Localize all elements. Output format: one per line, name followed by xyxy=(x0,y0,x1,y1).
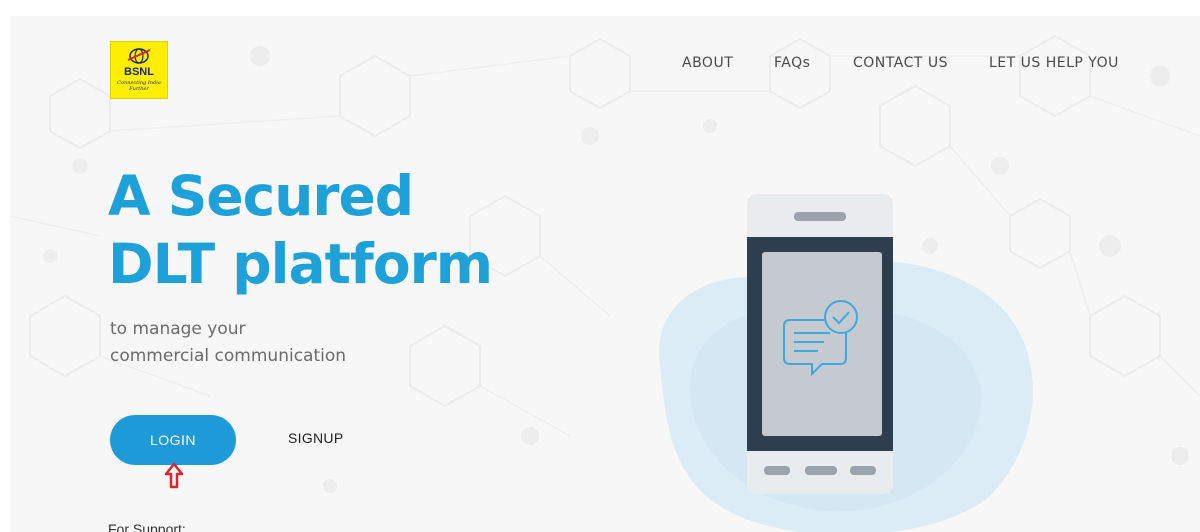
nav-let-us-help-you-link[interactable]: LET US HELP YOU xyxy=(989,55,1119,71)
support-label: For Support: xyxy=(108,521,186,532)
phone-illustration xyxy=(659,194,1033,532)
logo-tagline: Connecting India Further xyxy=(117,80,161,92)
arrow-up-icon xyxy=(164,462,184,489)
landing-page: BSNL Connecting India Further ABOUT FAQs… xyxy=(10,16,1200,532)
hero-subtitle: to manage your commercial communication xyxy=(110,316,346,370)
hero-subtitle-line-1: to manage your xyxy=(110,319,246,339)
nav-about-link[interactable]: ABOUT xyxy=(682,55,733,71)
logo-text: BSNL xyxy=(124,66,154,78)
nav-faqs-link[interactable]: FAQs xyxy=(774,55,810,71)
bsnl-logo-mark xyxy=(127,48,151,64)
signup-link[interactable]: SIGNUP xyxy=(288,430,343,446)
hero-subtitle-line-2: commercial communication xyxy=(110,346,347,366)
hero-title-line-2: DLT platform xyxy=(108,232,493,296)
hero-title-line-1: A Secured xyxy=(108,164,414,228)
nav-contact-us-link[interactable]: CONTACT US xyxy=(853,55,948,71)
bsnl-logo[interactable]: BSNL Connecting India Further xyxy=(110,41,168,99)
login-button[interactable]: LOGIN xyxy=(110,415,236,465)
hero-title: A Secured DLT platform xyxy=(108,162,493,298)
